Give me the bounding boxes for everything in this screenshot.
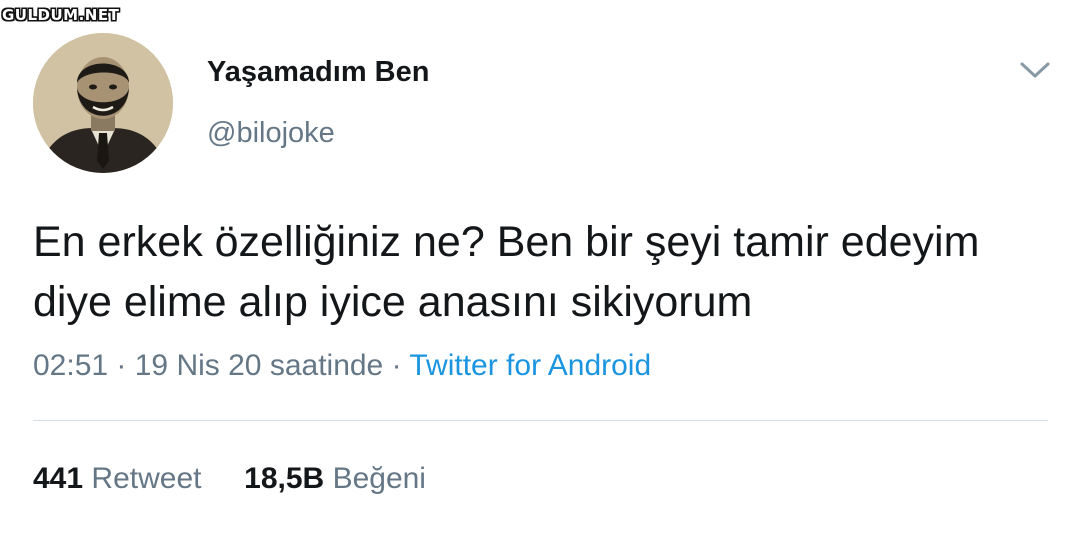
retweets-stat[interactable]: 441 Retweet: [33, 462, 210, 495]
tweet-text: En erkek özelliğiniz ne? Ben bir şeyi ta…: [33, 218, 980, 326]
avatar[interactable]: [33, 33, 173, 173]
likes-stat[interactable]: 18,5B Beğeni: [244, 462, 426, 495]
avatar-image: [33, 33, 173, 173]
author-handle[interactable]: @bilojoke: [207, 117, 335, 150]
tweet-time: 02:51: [33, 349, 109, 382]
tweet-stats: 441 Retweet 18,5B Beğeni: [33, 462, 426, 496]
divider: [33, 420, 1048, 421]
likes-count: 18,5B: [244, 462, 325, 495]
watermark: GULDUM.NET: [2, 6, 120, 24]
meta-separator: ·: [383, 349, 410, 382]
author-display-name[interactable]: Yaşamadım Ben: [207, 56, 429, 89]
tweet-date: 19 Nis 20 saatinde: [134, 349, 384, 382]
tweet-meta: 02:51 · 19 Nis 20 saatinde · Twitter for…: [33, 349, 651, 383]
retweets-count: 441: [33, 462, 84, 495]
chevron-down-icon[interactable]: [1018, 57, 1052, 83]
tweet-source-link[interactable]: Twitter for Android: [409, 349, 651, 382]
likes-label: Beğeni: [332, 462, 426, 495]
retweets-label: Retweet: [91, 462, 202, 495]
meta-separator: ·: [108, 349, 135, 382]
